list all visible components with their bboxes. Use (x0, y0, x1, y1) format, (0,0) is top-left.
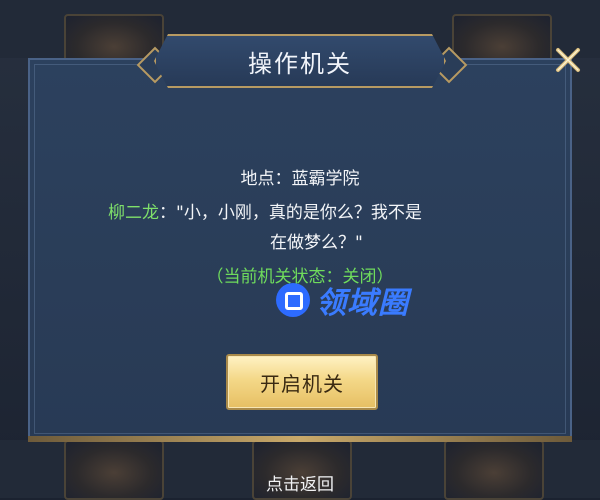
tap-to-return-hint[interactable]: 点击返回 (0, 470, 600, 495)
speaker-name: 柳二龙 (108, 203, 159, 223)
panel-bottom-trim (28, 436, 572, 442)
watermark-text: 领域圈 (316, 286, 409, 321)
watermark-logo-icon (276, 283, 310, 317)
speech-text-1: ："小，小刚，真的是你么？我不是 (159, 203, 422, 223)
speech-line-2: 在做梦么？" (270, 233, 363, 253)
open-mechanism-button[interactable]: 开启机关 (226, 354, 378, 410)
watermark: 领域圈 (276, 280, 409, 321)
close-icon[interactable] (554, 46, 582, 74)
location-text: 地点：蓝霸学院 (240, 169, 360, 189)
speech-line-1: 柳二龙："小，小刚，真的是你么？我不是 (108, 198, 422, 223)
dialog-title: 操作机关 (248, 49, 352, 78)
